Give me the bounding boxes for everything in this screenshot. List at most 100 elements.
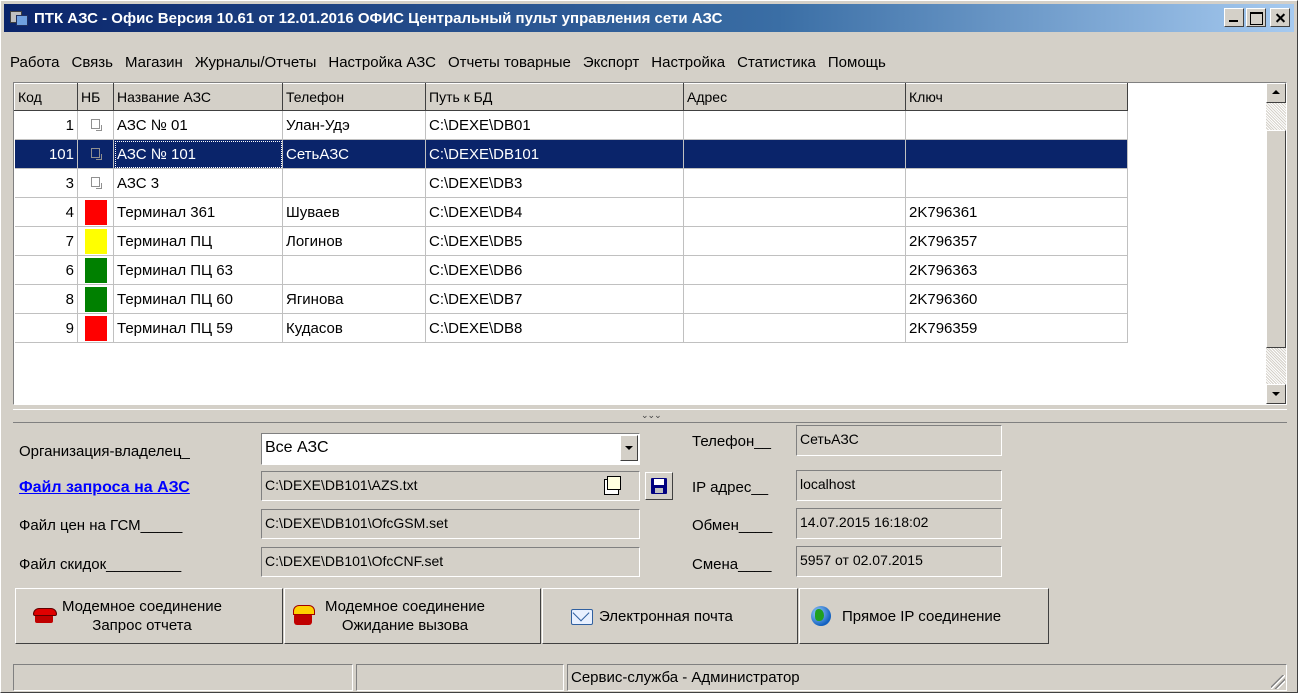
cell-address[interactable] [683,197,906,227]
cell-name[interactable]: АЗС № 101 [113,139,283,169]
menu-pomoshch[interactable]: Помощь [822,54,892,71]
cell-db-path[interactable]: C:\DEXE\DB01 [425,110,684,140]
cell-code[interactable]: 1 [14,110,78,140]
cell-nb[interactable] [77,168,114,198]
menu-zhurnaly-otchety[interactable]: Журналы/Отчеты [189,54,323,71]
cell-phone[interactable]: СетьАЗС [282,139,426,169]
cell-key[interactable] [905,139,1128,169]
cell-code[interactable]: 4 [14,197,78,227]
cell-address[interactable] [683,139,906,169]
save-file-button[interactable] [645,472,673,500]
menu-eksport[interactable]: Экспорт [577,54,645,71]
cell-phone[interactable] [282,168,426,198]
col-header-address[interactable]: Адрес [683,83,906,111]
cell-name[interactable]: Терминал ПЦ 60 [113,284,283,314]
cell-phone[interactable]: Логинов [282,226,426,256]
price-file-field[interactable]: C:\DEXE\DB101\OfcGSM.set [261,509,640,539]
cell-name[interactable]: Терминал ПЦ 63 [113,255,283,285]
cell-nb[interactable] [77,110,114,140]
menu-nastroika-azs[interactable]: Настройка АЗС [322,54,442,71]
scroll-down-button[interactable] [1266,384,1286,404]
grid-row[interactable]: 4 Терминал 361 Шуваев C:\DEXE\DB4 2K796361 [14,197,1128,227]
request-file-field[interactable]: C:\DEXE\DB101\AZS.txt [261,471,640,501]
open-file-icon[interactable] [602,475,622,495]
cell-db-path[interactable]: C:\DEXE\DB6 [425,255,684,285]
col-header-key[interactable]: Ключ [905,83,1128,111]
minimize-button[interactable] [1224,8,1244,27]
scroll-thumb[interactable] [1266,130,1286,348]
col-header-nb[interactable]: НБ [77,83,114,111]
menu-svyaz[interactable]: Связь [66,54,119,71]
grid-row[interactable]: 9 Терминал ПЦ 59 Кудасов C:\DEXE\DB8 2K79635… [14,313,1128,343]
cell-code[interactable]: 3 [14,168,78,198]
cell-name[interactable]: Терминал ПЦ [113,226,283,256]
grid-vertical-scrollbar[interactable] [1266,83,1286,404]
cell-address[interactable] [683,168,906,198]
cell-nb[interactable] [77,226,114,256]
cell-code[interactable]: 8 [14,284,78,314]
stations-grid[interactable]: Код НБ Название АЗС Телефон Путь к БД Ад… [13,82,1287,405]
cell-key[interactable]: 2K796360 [905,284,1128,314]
cell-phone[interactable]: Ягинова [282,284,426,314]
cell-name[interactable]: АЗС 3 [113,168,283,198]
cell-name[interactable]: Терминал ПЦ 59 [113,313,283,343]
grid-row[interactable]: 3 АЗС 3 C:\DEXE\DB3 [14,168,1128,198]
title-bar[interactable]: ПТК АЗС - Офис Версия 10.61 от 12.01.201… [4,4,1294,32]
grid-row[interactable]: 7 Терминал ПЦ Логинов C:\DEXE\DB5 2K796357 [14,226,1128,256]
cell-db-path[interactable]: C:\DEXE\DB3 [425,168,684,198]
cell-phone[interactable]: Улан-Удэ [282,110,426,140]
grid-row[interactable]: 6 Терминал ПЦ 63 C:\DEXE\DB6 2K796363 [14,255,1128,285]
cell-db-path[interactable]: C:\DEXE\DB5 [425,226,684,256]
cell-code[interactable]: 9 [14,313,78,343]
menu-nastroika[interactable]: Настройка [645,54,731,71]
cell-code[interactable]: 6 [14,255,78,285]
cell-nb[interactable] [77,313,114,343]
grid-row[interactable]: 1 АЗС № 01 Улан-Удэ C:\DEXE\DB01 [14,110,1128,140]
grid-row[interactable]: 8 Терминал ПЦ 60 Ягинова C:\DEXE\DB7 2K79636… [14,284,1128,314]
cell-db-path[interactable]: C:\DEXE\DB7 [425,284,684,314]
cell-name[interactable]: АЗС № 01 [113,110,283,140]
cell-key[interactable]: 2K796359 [905,313,1128,343]
resize-grip-icon[interactable] [1271,675,1285,689]
cell-address[interactable] [683,255,906,285]
cell-key[interactable]: 2K796361 [905,197,1128,227]
cell-nb[interactable] [77,197,114,227]
cell-name[interactable]: Терминал 361 [113,197,283,227]
menu-otchety-tovarnye[interactable]: Отчеты товарные [442,54,577,71]
cell-key[interactable]: 2K796363 [905,255,1128,285]
email-button[interactable]: Электронная почта [542,588,798,644]
cell-nb[interactable] [77,139,114,169]
cell-address[interactable] [683,226,906,256]
cell-address[interactable] [683,284,906,314]
cell-key[interactable] [905,110,1128,140]
grid-row[interactable]: 101 АЗС № 101 СетьАЗС C:\DEXE\DB101 [14,139,1128,169]
cell-code[interactable]: 7 [14,226,78,256]
cell-db-path[interactable]: C:\DEXE\DB8 [425,313,684,343]
cell-phone[interactable]: Кудасов [282,313,426,343]
direct-ip-button[interactable]: Прямое IP соединение [799,588,1049,644]
cell-key[interactable]: 2K796357 [905,226,1128,256]
owner-select-dropdown-button[interactable] [620,435,638,461]
menu-statistika[interactable]: Статистика [731,54,822,71]
cell-address[interactable] [683,110,906,140]
menu-magazin[interactable]: Магазин [119,54,189,71]
discount-file-field[interactable]: C:\DEXE\DB101\OfcCNF.set [261,547,640,577]
menu-rabota[interactable]: Работа [4,54,66,71]
modem-wait-button[interactable]: Модемное соединение Ожидание вызова [284,588,541,644]
close-button[interactable] [1270,8,1290,27]
col-header-code[interactable]: Код [14,83,78,111]
col-header-phone[interactable]: Телефон [282,83,426,111]
col-header-db-path[interactable]: Путь к БД [425,83,684,111]
cell-db-path[interactable]: C:\DEXE\DB4 [425,197,684,227]
request-file-link[interactable]: Файл запроса на АЗС [19,479,190,497]
cell-phone[interactable] [282,255,426,285]
cell-db-path[interactable]: C:\DEXE\DB101 [425,139,684,169]
cell-nb[interactable] [77,284,114,314]
cell-nb[interactable] [77,255,114,285]
panel-splitter[interactable]: ⌄⌄⌄ [13,409,1287,423]
cell-code[interactable]: 101 [14,139,78,169]
col-header-name[interactable]: Название АЗС [113,83,283,111]
cell-address[interactable] [683,313,906,343]
cell-phone[interactable]: Шуваев [282,197,426,227]
maximize-button[interactable] [1246,8,1266,27]
